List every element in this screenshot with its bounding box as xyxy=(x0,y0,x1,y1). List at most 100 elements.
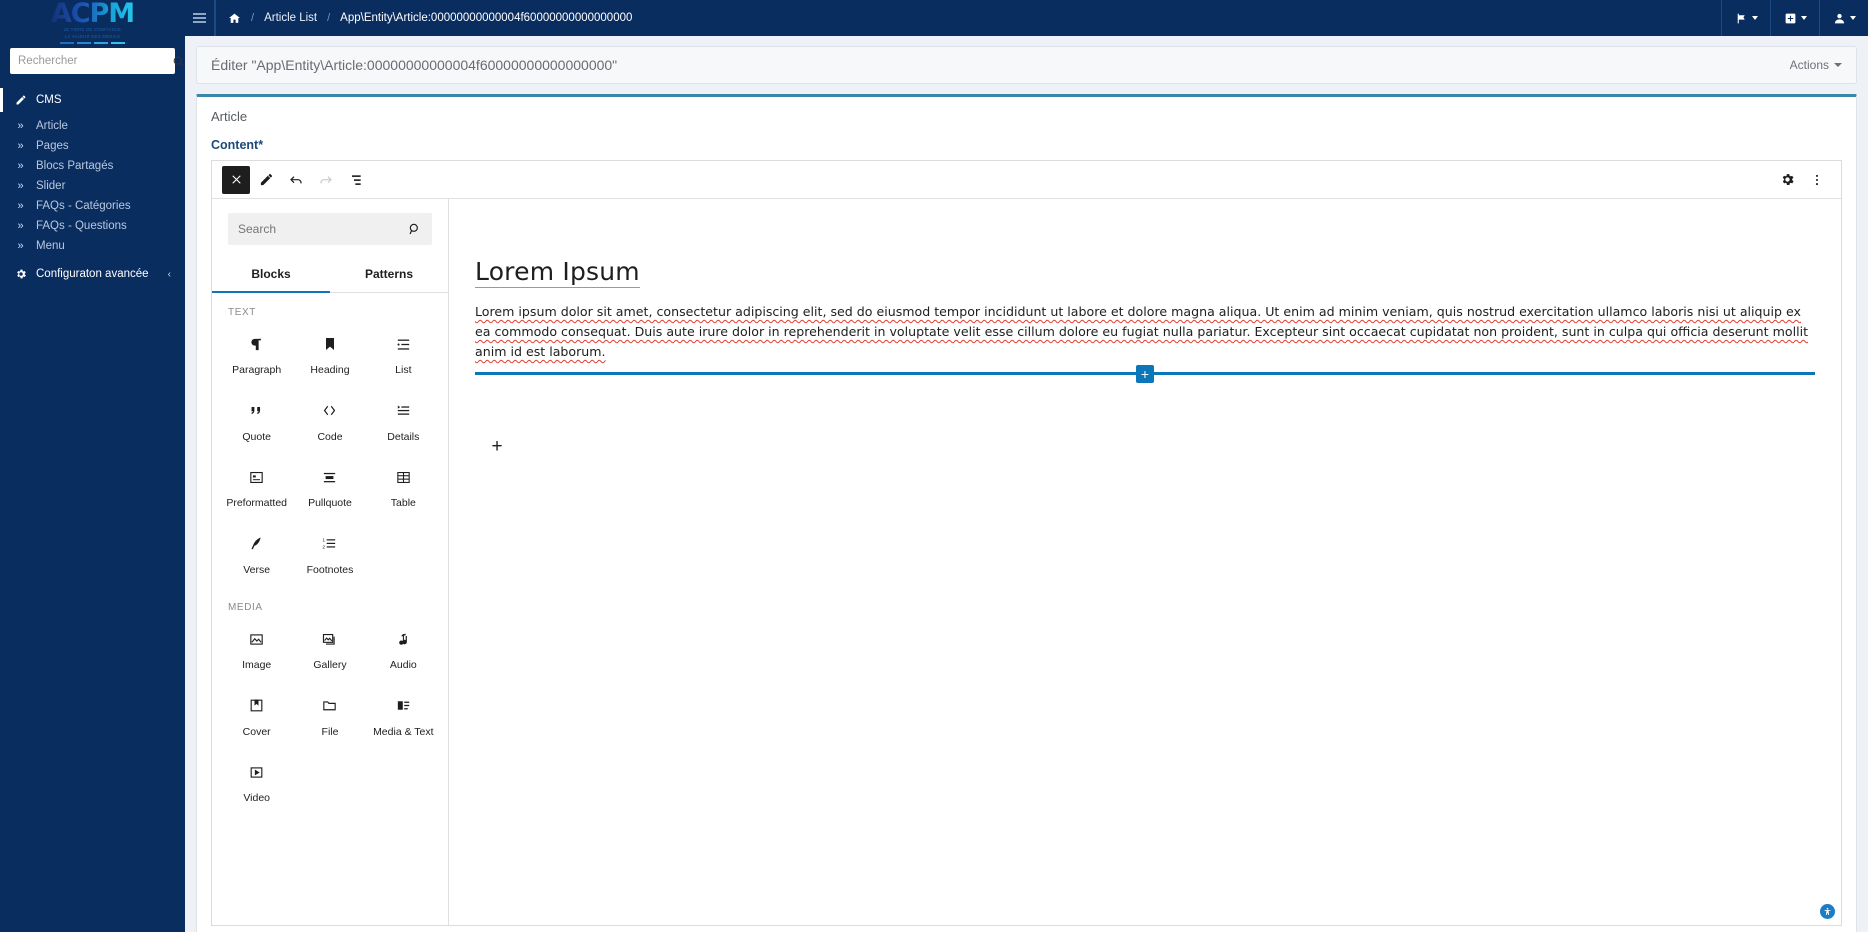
sidebar-item-menu[interactable]: » Menu xyxy=(0,236,185,256)
sidebar-item-blocs-partages[interactable]: » Blocs Partagés xyxy=(0,156,185,176)
block-label: Table xyxy=(390,497,416,510)
sidebar-nav: CMS » Article » Pages » Blocs Partagés »… xyxy=(0,88,185,284)
tab-blocks[interactable]: Blocks xyxy=(212,257,330,293)
table-grid-icon xyxy=(395,465,412,489)
block-quote[interactable]: Quote xyxy=(220,389,293,456)
block-cover[interactable]: Cover xyxy=(220,684,293,751)
sidebar-item-configuration-avancee[interactable]: Configuraton avancée ‹ xyxy=(0,264,185,284)
editor-toolbar xyxy=(212,161,1841,199)
chevrons-right-icon: » xyxy=(17,140,24,152)
sidebar-item-label: CMS xyxy=(36,94,62,106)
more-options-button[interactable] xyxy=(1803,166,1831,194)
gallery-icon xyxy=(321,627,338,651)
redo-button[interactable] xyxy=(312,166,340,194)
block-label: Pullquote xyxy=(308,497,352,510)
block-gallery[interactable]: Gallery xyxy=(293,617,366,684)
block-empty-slot xyxy=(293,750,366,817)
pullquote-bars-icon xyxy=(321,465,338,489)
block-list[interactable]: List xyxy=(367,322,440,389)
block-video[interactable]: Video xyxy=(220,750,293,817)
block-search-input[interactable] xyxy=(238,222,408,236)
sidebar-item-label: Menu xyxy=(36,240,65,252)
block-label: Media & Text xyxy=(373,725,434,738)
hamburger-icon[interactable] xyxy=(185,0,215,36)
sidebar-item-cms[interactable]: CMS xyxy=(0,88,185,112)
sidebar-item-label: Blocs Partagés xyxy=(36,160,114,172)
block-paragraph[interactable]: Paragraph xyxy=(220,322,293,389)
details-disclosure-icon xyxy=(395,399,412,423)
paragraph-block[interactable]: Lorem ipsum dolor sit amet, consectetur … xyxy=(475,302,1815,362)
insert-block-button[interactable]: + xyxy=(1136,364,1154,383)
sidebar-item-article[interactable]: » Article xyxy=(0,116,185,136)
numbered-list-icon: 12 xyxy=(321,532,338,556)
collapse-sidebar-icon[interactable]: ‹ xyxy=(168,269,171,280)
block-table[interactable]: Table xyxy=(367,455,440,522)
undo-arrow-icon xyxy=(288,172,304,188)
block-appender-button[interactable]: + xyxy=(487,436,507,457)
sidebar-item-pages[interactable]: » Pages xyxy=(0,136,185,156)
block-footnotes[interactable]: 12 Footnotes xyxy=(293,522,366,589)
sidebar-item-faqs-questions[interactable]: » FAQs - Questions xyxy=(0,216,185,236)
block-inserter-panel: Blocks Patterns TEXT xyxy=(212,199,449,925)
block-image[interactable]: Image xyxy=(220,617,293,684)
breadcrumb-item-current: App\Entity\Article:00000000000004f600000… xyxy=(340,12,633,24)
gear-icon xyxy=(1780,172,1795,187)
block-heading[interactable]: Heading xyxy=(293,322,366,389)
editor-canvas[interactable]: Lorem Ipsum Lorem ipsum dolor sit amet, … xyxy=(449,199,1841,925)
create-menu[interactable] xyxy=(1770,0,1819,36)
angle-brackets-icon xyxy=(321,399,338,423)
block-label: Preformatted xyxy=(226,497,288,510)
chevron-down-icon xyxy=(1800,16,1807,20)
block-label: Paragraph xyxy=(232,364,282,376)
actions-dropdown[interactable]: Actions xyxy=(1790,58,1842,72)
page-title: Éditer "App\Entity\Article:0000000000000… xyxy=(211,57,618,73)
sidebar-search[interactable] xyxy=(10,48,184,74)
inserter-list[interactable]: TEXT Paragraph Heading List Quote Code D… xyxy=(212,293,448,925)
block-verse[interactable]: Verse xyxy=(220,522,293,589)
breadcrumb: / Article List / App\Entity\Article:0000… xyxy=(215,0,644,36)
flag-icon xyxy=(1735,12,1748,25)
inserter-tabs: Blocks Patterns xyxy=(212,257,448,293)
post-title-block[interactable]: Lorem Ipsum xyxy=(475,257,640,288)
breadcrumb-separator: / xyxy=(327,12,331,24)
block-label: Gallery xyxy=(313,659,347,672)
block-label: Verse xyxy=(243,563,271,576)
panel-title: Article xyxy=(211,109,248,124)
accessibility-badge-icon[interactable] xyxy=(1820,904,1835,919)
media-block-grid: Image Gallery Audio Cover File Media & T… xyxy=(220,617,440,817)
search-input[interactable] xyxy=(18,55,172,67)
music-note-icon xyxy=(395,627,411,651)
list-view-button[interactable] xyxy=(342,166,370,194)
user-menu[interactable] xyxy=(1819,0,1868,36)
block-label: Audio xyxy=(389,659,417,672)
block-details[interactable]: Details xyxy=(367,389,440,456)
home-icon[interactable] xyxy=(228,12,241,25)
block-media-text[interactable]: Media & Text xyxy=(367,684,440,751)
block-file[interactable]: File xyxy=(293,684,366,751)
undo-button[interactable] xyxy=(282,166,310,194)
tools-button[interactable] xyxy=(252,166,280,194)
sidebar-item-slider[interactable]: » Slider xyxy=(0,176,185,196)
main-area: / Article List / App\Entity\Article:0000… xyxy=(185,0,1868,932)
text-block-grid: Paragraph Heading List Quote Code Detail… xyxy=(220,322,440,588)
inserter-search[interactable] xyxy=(228,213,432,245)
block-preformatted[interactable]: Preformatted xyxy=(220,455,293,522)
language-menu[interactable] xyxy=(1721,0,1770,36)
breadcrumb-item-article-list[interactable]: Article List xyxy=(264,12,317,24)
brand-logo[interactable]: ACPM LE TIERS DE CONFIANCE LA VALEUR DES… xyxy=(0,0,185,44)
folder-icon xyxy=(321,694,338,718)
block-code[interactable]: Code xyxy=(293,389,366,456)
chevron-down-icon xyxy=(1849,16,1856,20)
chevron-down-icon xyxy=(1751,16,1758,20)
settings-button[interactable] xyxy=(1773,166,1801,194)
close-inserter-button[interactable] xyxy=(222,165,250,194)
block-pullquote[interactable]: Pullquote xyxy=(293,455,366,522)
block-label: Video xyxy=(243,792,270,805)
sidebar-item-label: Configuraton avancée xyxy=(36,268,149,280)
image-icon xyxy=(248,627,265,651)
list-view-icon xyxy=(348,172,364,188)
sidebar-item-faqs-categories[interactable]: » FAQs - Catégories xyxy=(0,196,185,216)
tab-patterns[interactable]: Patterns xyxy=(330,257,448,293)
block-audio[interactable]: Audio xyxy=(367,617,440,684)
quill-pen-icon xyxy=(248,532,265,556)
